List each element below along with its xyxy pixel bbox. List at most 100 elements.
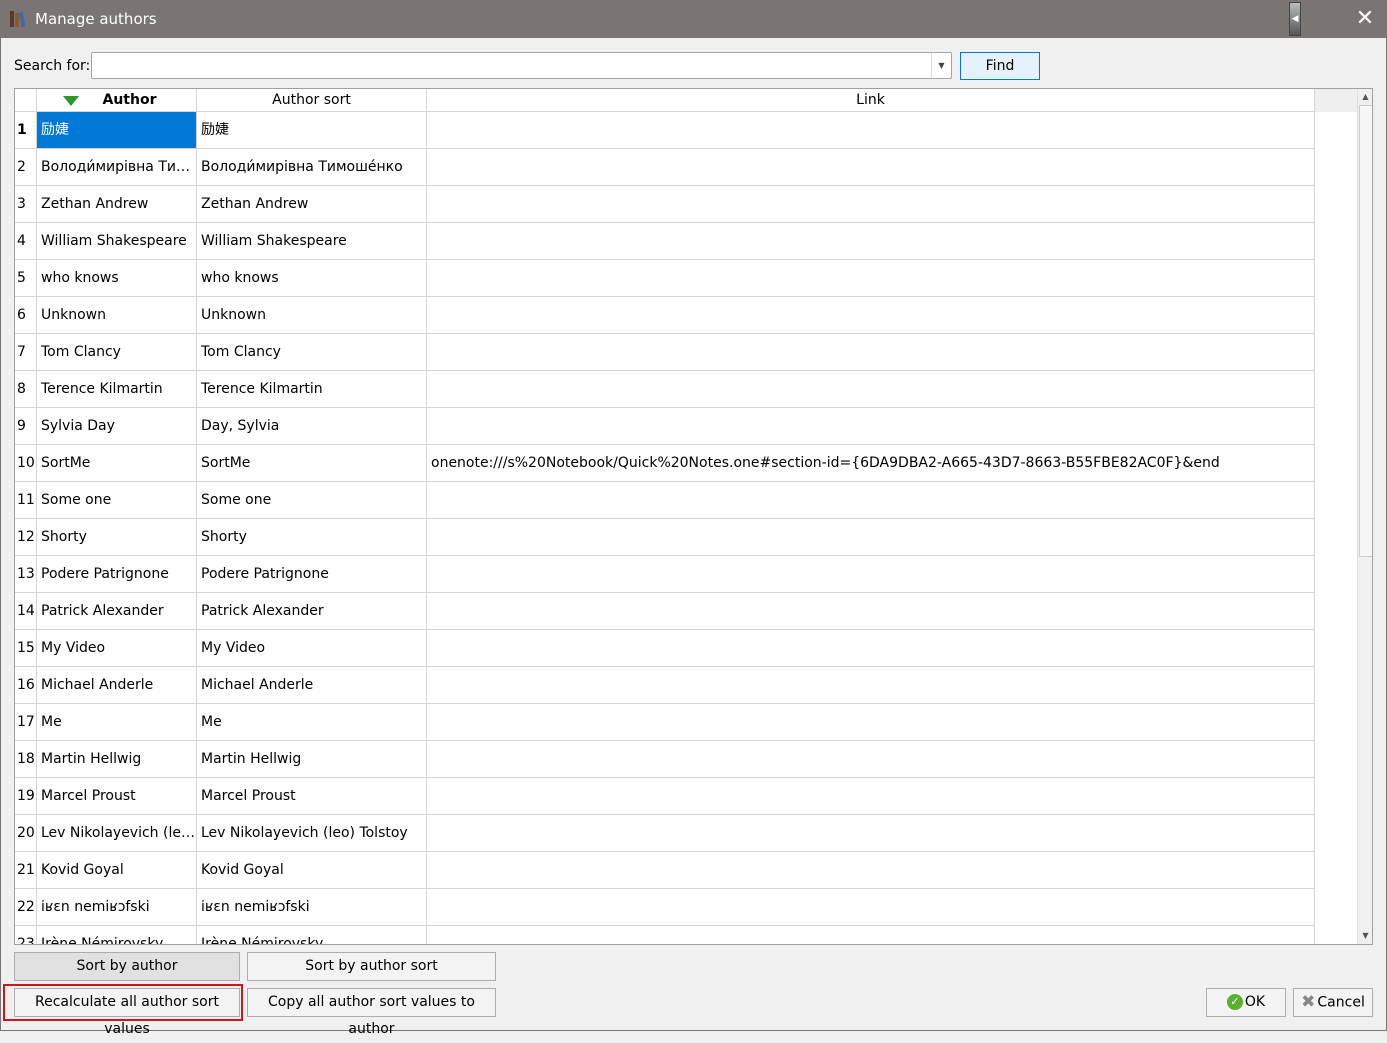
table-row[interactable]: 17 Me Me bbox=[15, 704, 1315, 741]
author-cell[interactable]: Some one bbox=[37, 482, 197, 519]
author-cell[interactable]: My Video bbox=[37, 630, 197, 667]
author-cell[interactable]: who knows bbox=[37, 260, 197, 297]
author-sort-cell[interactable]: Me bbox=[197, 704, 427, 741]
author-cell[interactable]: Podere Patrignone bbox=[37, 556, 197, 593]
table-row[interactable]: 15 My Video My Video bbox=[15, 630, 1315, 667]
author-sort-cell[interactable]: Unknown bbox=[197, 297, 427, 334]
author-sort-cell[interactable]: William Shakespeare bbox=[197, 223, 427, 260]
close-icon[interactable]: ✕ bbox=[1352, 6, 1378, 32]
table-row[interactable]: 16 Michael Anderle Michael Anderle bbox=[15, 667, 1315, 704]
ok-button[interactable]: ✓ OK bbox=[1206, 988, 1286, 1017]
author-sort-cell[interactable]: Terence Kilmartin bbox=[197, 371, 427, 408]
link-cell[interactable] bbox=[427, 926, 1315, 944]
link-cell[interactable] bbox=[427, 371, 1315, 408]
author-cell[interactable]: Me bbox=[37, 704, 197, 741]
scroll-up-icon[interactable]: ▲ bbox=[1358, 89, 1372, 105]
link-cell[interactable] bbox=[427, 186, 1315, 223]
scroll-down-icon[interactable]: ▼ bbox=[1358, 928, 1372, 944]
link-cell[interactable] bbox=[427, 704, 1315, 741]
table-row[interactable]: 9 Sylvia Day Day, Sylvia bbox=[15, 408, 1315, 445]
cancel-button[interactable]: ✖ Cancel bbox=[1293, 988, 1373, 1017]
vertical-scrollbar[interactable]: ▲ ▼ bbox=[1357, 89, 1372, 944]
find-button[interactable]: Find bbox=[960, 52, 1040, 80]
author-cell[interactable]: iʁɛn nemiʁɔfski bbox=[37, 889, 197, 926]
author-cell[interactable]: Patrick Alexander bbox=[37, 593, 197, 630]
link-cell[interactable] bbox=[427, 260, 1315, 297]
table-row[interactable]: 6 Unknown Unknown bbox=[15, 297, 1315, 334]
link-cell[interactable] bbox=[427, 519, 1315, 556]
table-row[interactable]: 19 Marcel Proust Marcel Proust bbox=[15, 778, 1315, 815]
author-sort-cell[interactable]: Day, Sylvia bbox=[197, 408, 427, 445]
author-sort-cell[interactable]: Marcel Proust bbox=[197, 778, 427, 815]
table-row[interactable]: 2 Володи́мирівна Ти… Володи́мирівна Тимоше… bbox=[15, 149, 1315, 186]
author-cell[interactable]: Michael Anderle bbox=[37, 667, 197, 704]
link-cell[interactable] bbox=[427, 334, 1315, 371]
link-cell[interactable] bbox=[427, 741, 1315, 778]
author-sort-cell[interactable]: Some one bbox=[197, 482, 427, 519]
collapse-handle-icon[interactable]: ◀ bbox=[1289, 2, 1301, 36]
author-cell[interactable]: Володи́мирівна Ти… bbox=[37, 149, 197, 186]
link-cell[interactable] bbox=[427, 408, 1315, 445]
scrollbar-thumb[interactable] bbox=[1359, 105, 1372, 557]
author-sort-cell[interactable]: 励婕 bbox=[197, 112, 427, 149]
author-cell[interactable]: Zethan Andrew bbox=[37, 186, 197, 223]
author-sort-cell[interactable]: Patrick Alexander bbox=[197, 593, 427, 630]
author-sort-cell[interactable]: Володи́мирівна Тимоше́нко bbox=[197, 149, 427, 186]
link-cell[interactable] bbox=[427, 223, 1315, 260]
table-row[interactable]: 13 Podere Patrignone Podere Patrignone bbox=[15, 556, 1315, 593]
column-header-author[interactable]: Author bbox=[37, 89, 197, 112]
table-row[interactable]: 7 Tom Clancy Tom Clancy bbox=[15, 334, 1315, 371]
author-cell[interactable]: William Shakespeare bbox=[37, 223, 197, 260]
author-cell[interactable]: SortMe bbox=[37, 445, 197, 482]
author-sort-cell[interactable]: SortMe bbox=[197, 445, 427, 482]
table-row[interactable]: 11 Some one Some one bbox=[15, 482, 1315, 519]
column-header-link[interactable]: Link bbox=[427, 89, 1315, 112]
author-cell[interactable]: Shorty bbox=[37, 519, 197, 556]
link-cell[interactable] bbox=[427, 297, 1315, 334]
link-cell[interactable]: onenote:///s%20Notebook/Quick%20Notes.on… bbox=[427, 445, 1315, 482]
link-cell[interactable] bbox=[427, 593, 1315, 630]
link-cell[interactable] bbox=[427, 556, 1315, 593]
author-sort-cell[interactable]: Zethan Andrew bbox=[197, 186, 427, 223]
author-sort-cell[interactable]: Martin Hellwig bbox=[197, 741, 427, 778]
author-cell[interactable]: Irène Némirovsky bbox=[37, 926, 197, 944]
table-row[interactable]: 4 William Shakespeare William Shakespeare bbox=[15, 223, 1315, 260]
author-cell[interactable]: Martin Hellwig bbox=[37, 741, 197, 778]
author-sort-cell[interactable]: Tom Clancy bbox=[197, 334, 427, 371]
recalculate-author-sort-button[interactable]: Recalculate all author sort values bbox=[14, 988, 240, 1037]
table-row[interactable]: 21 Kovid Goyal Kovid Goyal bbox=[15, 852, 1315, 889]
author-sort-cell[interactable]: Shorty bbox=[197, 519, 427, 556]
column-header-author-sort[interactable]: Author sort bbox=[197, 89, 427, 112]
table-row[interactable]: 5 who knows who knows bbox=[15, 260, 1315, 297]
table-row[interactable]: 1 励婕 励婕 bbox=[15, 112, 1315, 149]
link-cell[interactable] bbox=[427, 815, 1315, 852]
copy-author-sort-to-author-button[interactable]: Copy all author sort values to author bbox=[247, 988, 496, 1037]
author-sort-cell[interactable]: Michael Anderle bbox=[197, 667, 427, 704]
table-row[interactable]: 23 Irène Némirovsky Irène Némirovsky bbox=[15, 926, 1315, 944]
author-cell[interactable]: Lev Nikolayevich (leo… bbox=[37, 815, 197, 852]
author-sort-cell[interactable]: Kovid Goyal bbox=[197, 852, 427, 889]
link-cell[interactable] bbox=[427, 889, 1315, 926]
link-cell[interactable] bbox=[427, 852, 1315, 889]
table-row[interactable]: 20 Lev Nikolayevich (leo… Lev Nikolayevich… bbox=[15, 815, 1315, 852]
table-row[interactable]: 10 SortMe SortMe onenote:///s%20Notebook/Qu… bbox=[15, 445, 1315, 482]
sort-by-author-button[interactable]: Sort by author bbox=[14, 952, 240, 981]
author-sort-cell[interactable]: My Video bbox=[197, 630, 427, 667]
link-cell[interactable] bbox=[427, 667, 1315, 704]
dropdown-arrow-icon[interactable]: ▼ bbox=[931, 53, 951, 78]
author-cell[interactable]: Terence Kilmartin bbox=[37, 371, 197, 408]
author-sort-cell[interactable]: Irène Némirovsky bbox=[197, 926, 427, 944]
table-row[interactable]: 3 Zethan Andrew Zethan Andrew bbox=[15, 186, 1315, 223]
author-cell[interactable]: Sylvia Day bbox=[37, 408, 197, 445]
author-cell[interactable]: Marcel Proust bbox=[37, 778, 197, 815]
author-sort-cell[interactable]: Podere Patrignone bbox=[197, 556, 427, 593]
link-cell[interactable] bbox=[427, 149, 1315, 186]
author-cell[interactable]: Kovid Goyal bbox=[37, 852, 197, 889]
author-cell[interactable]: 励婕 bbox=[37, 112, 197, 149]
table-row[interactable]: 8 Terence Kilmartin Terence Kilmartin bbox=[15, 371, 1315, 408]
sort-by-author-sort-button[interactable]: Sort by author sort bbox=[247, 952, 496, 981]
table-row[interactable]: 14 Patrick Alexander Patrick Alexander bbox=[15, 593, 1315, 630]
link-cell[interactable] bbox=[427, 112, 1315, 149]
link-cell[interactable] bbox=[427, 630, 1315, 667]
search-input[interactable]: ▼ bbox=[91, 52, 952, 79]
